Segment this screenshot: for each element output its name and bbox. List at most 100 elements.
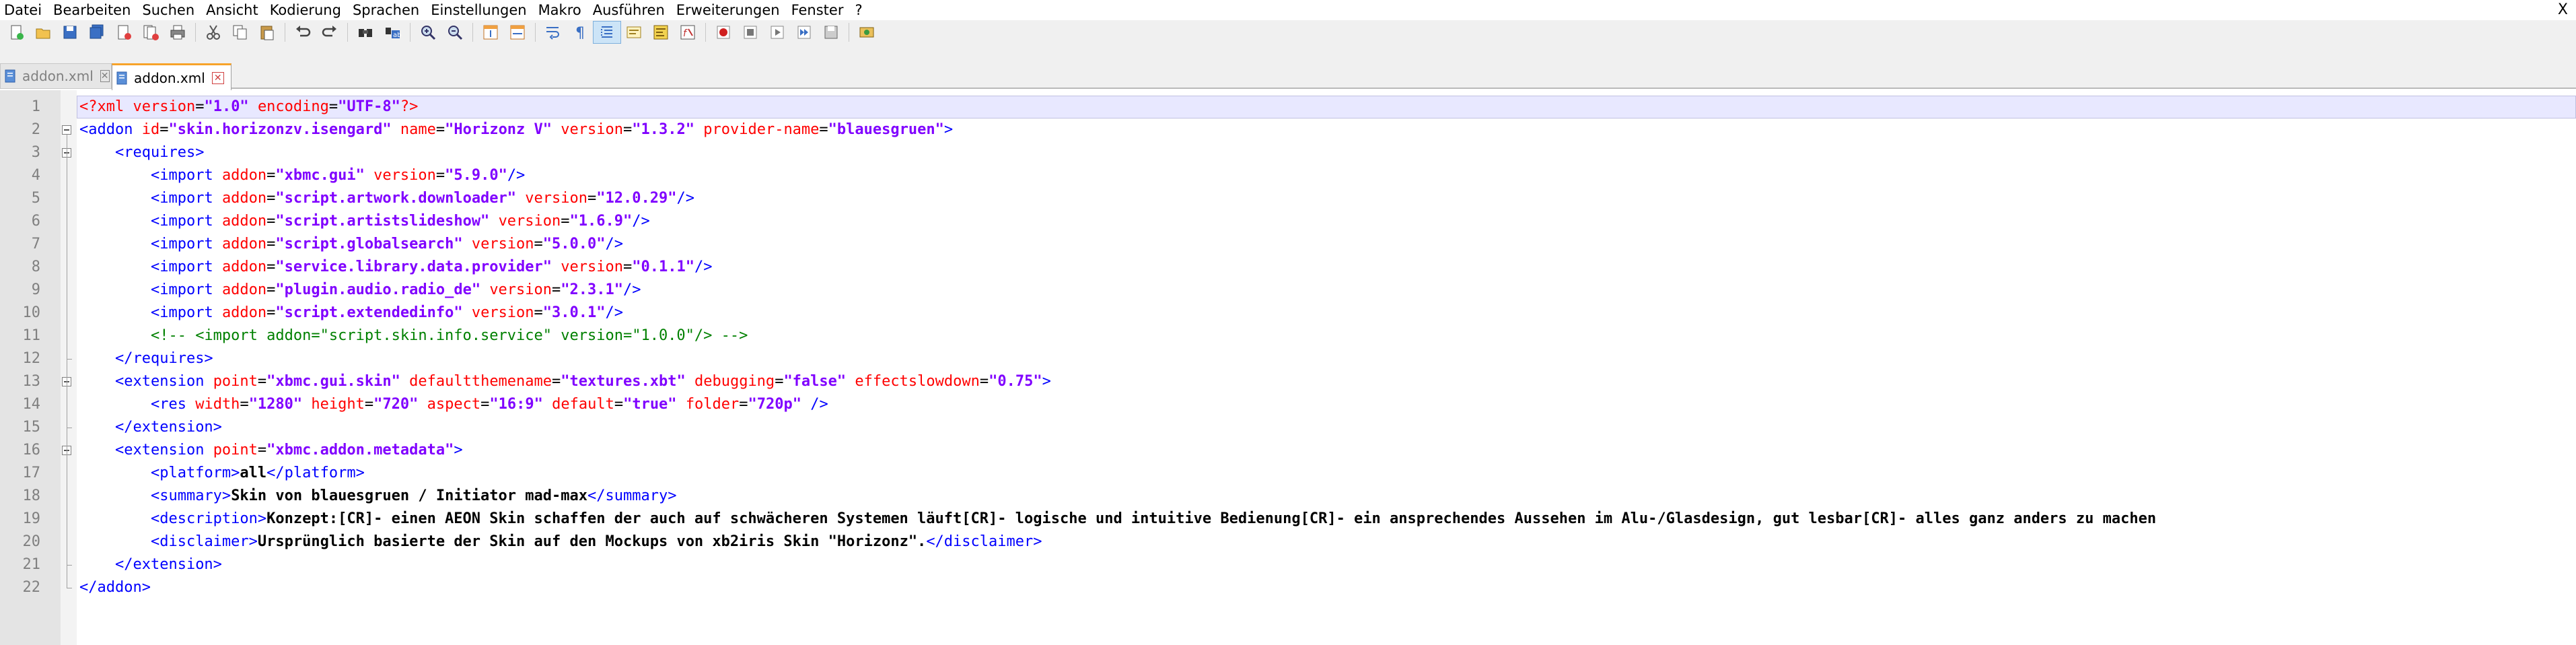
user-language-button[interactable] <box>620 22 647 43</box>
save-button[interactable] <box>57 22 83 43</box>
open-button[interactable] <box>30 22 57 43</box>
code-token: <addon <box>79 121 142 138</box>
paste-icon <box>258 24 276 41</box>
line-number: 12 <box>22 350 41 367</box>
redo-button[interactable] <box>316 22 343 43</box>
code-line: <import addon="service.library.data.prov… <box>79 256 713 279</box>
code-token: = <box>623 121 633 138</box>
code-line: <!-- <import addon="script.skin.info.ser… <box>79 325 748 347</box>
undo-button[interactable] <box>289 22 316 43</box>
code-token: addon <box>221 281 267 298</box>
fold-margin[interactable] <box>61 90 77 645</box>
menu-item-datei[interactable]: Datei <box>0 0 49 20</box>
svg-text:¶: ¶ <box>575 25 585 41</box>
toolbar-separator <box>347 23 348 42</box>
code-token: "blauesgruen" <box>828 121 944 138</box>
code-token: = <box>266 167 276 184</box>
code-token: "5.9.0" <box>445 167 507 184</box>
code-token: </disclaimer> <box>926 533 1042 550</box>
print-button[interactable] <box>164 22 191 43</box>
play-macro-button[interactable] <box>764 22 791 43</box>
close-button[interactable] <box>110 22 137 43</box>
replace-button[interactable]: ab <box>379 22 406 43</box>
editor[interactable]: 1 2 3 4 5 6 7 8 9 10 11 12 13 14 15 16 17 18 19 20 21 22 <?xm… <box>0 90 2576 645</box>
code-token: ?> <box>400 98 419 115</box>
code-token: "16:9" <box>489 396 543 413</box>
cut-button[interactable] <box>200 22 227 43</box>
close-icon <box>115 24 133 41</box>
document-map-button[interactable] <box>647 22 674 43</box>
line-number: 17 <box>22 465 41 481</box>
save-all-button[interactable] <box>83 22 110 43</box>
code-token: width <box>195 396 240 413</box>
menu-item-fenster[interactable]: Fenster <box>787 0 851 20</box>
run-macro-multiple-button[interactable] <box>791 22 818 43</box>
launch-in-browser-button[interactable] <box>853 22 880 43</box>
code-token: = <box>266 213 276 230</box>
find-button[interactable] <box>352 22 379 43</box>
tab-close-icon[interactable]: ✕ <box>211 71 224 84</box>
menu-item-ausführen[interactable]: Ausführen <box>589 0 672 20</box>
menu-item-bearbeiten[interactable]: Bearbeiten <box>49 0 138 20</box>
zoom-in-button[interactable] <box>415 22 441 43</box>
user-language-icon <box>625 24 643 41</box>
line-number: 18 <box>22 487 41 504</box>
code-token: = <box>587 190 597 207</box>
tab-addon-xml-inactive[interactable]: addon.xml ✕ <box>0 63 112 89</box>
indent-guide-button[interactable] <box>593 21 621 44</box>
code-token: = <box>328 98 338 115</box>
code-line: <?xml version="1.0" encoding="UTF-8"?> <box>79 96 418 118</box>
code-area[interactable]: <?xml version="1.0" encoding="UTF-8"?> <a… <box>79 90 2576 645</box>
code-token: <import <box>150 304 222 321</box>
line-number: 22 <box>22 579 41 596</box>
code-token: = <box>266 281 276 298</box>
sync-horizontal-button[interactable] <box>504 22 531 43</box>
menu-item-makro[interactable]: Makro <box>534 0 589 20</box>
code-token: Skin von blauesgruen / Initiator mad-max <box>231 487 587 504</box>
menu-item-einstellungen[interactable]: Einstellungen <box>427 0 534 20</box>
code-token: name <box>400 121 436 138</box>
menu-item-erweiterungen[interactable]: Erweiterungen <box>672 0 787 20</box>
new-button[interactable] <box>3 22 30 43</box>
menu-item-[interactable]: ? <box>851 0 869 20</box>
record-macro-button[interactable] <box>710 22 737 43</box>
code-token: "textures.xbt" <box>561 373 686 390</box>
save-macro-button[interactable] <box>818 22 845 43</box>
word-wrap-button[interactable] <box>540 22 567 43</box>
code-token: version <box>561 259 623 275</box>
function-list-button[interactable]: f <box>674 22 701 43</box>
open-icon <box>34 24 52 41</box>
close-button[interactable]: X <box>2558 0 2568 20</box>
tab-addon-xml-active[interactable]: addon.xml ✕ <box>112 63 231 90</box>
code-token: = <box>159 121 169 138</box>
code-token: all <box>240 465 267 481</box>
sync-vertical-button[interactable] <box>477 22 504 43</box>
toolbar-separator <box>195 23 196 42</box>
code-token: "plugin.audio.radio_de" <box>275 281 481 298</box>
save-macro-icon <box>822 24 840 41</box>
code-token: /> <box>623 281 641 298</box>
stop-macro-button[interactable] <box>737 22 764 43</box>
menu-item-sprachen[interactable]: Sprachen <box>349 0 427 20</box>
tab-close-icon[interactable]: ✕ <box>100 70 110 82</box>
code-token: <res <box>150 396 196 413</box>
menu-item-suchen[interactable]: Suchen <box>138 0 202 20</box>
menu-item-kodierung[interactable]: Kodierung <box>266 0 349 20</box>
show-all-chars-button[interactable]: ¶ <box>567 22 594 43</box>
paste-button[interactable] <box>254 22 281 43</box>
zoom-out-button[interactable] <box>441 22 468 43</box>
menu-item-ansicht[interactable]: Ansicht <box>202 0 266 20</box>
line-number: 16 <box>22 442 41 459</box>
fold-toggle-icon[interactable] <box>62 125 71 135</box>
record-macro-icon <box>715 24 732 41</box>
close-all-button[interactable] <box>137 22 164 43</box>
copy-button[interactable] <box>227 22 254 43</box>
